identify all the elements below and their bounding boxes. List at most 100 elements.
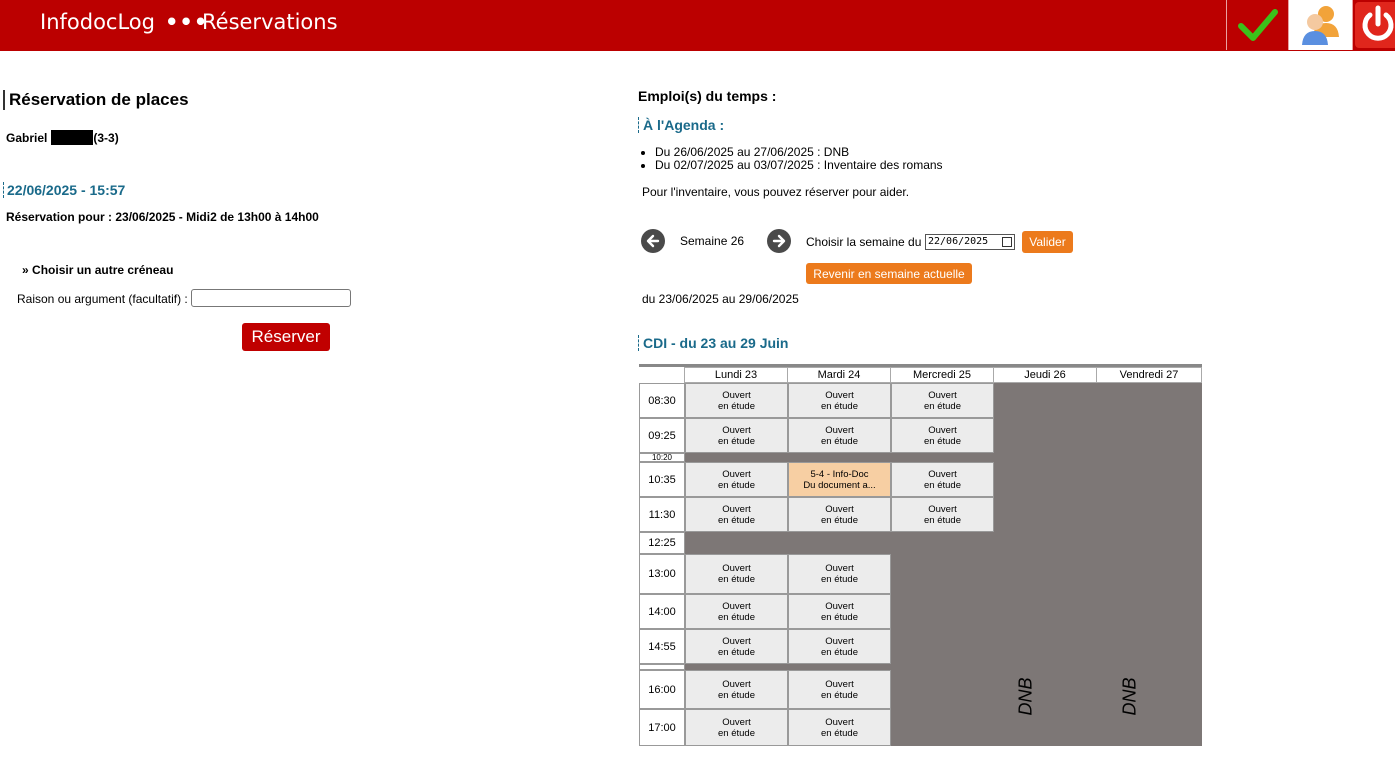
double-chevron-right-icon: » <box>22 263 29 277</box>
slot-open[interactable]: Ouvert en étude <box>685 554 788 594</box>
dnb-label-friday: DNB <box>1119 677 1140 716</box>
slot-line: en étude <box>718 479 755 491</box>
week-date-value: 22/06/2025 <box>928 236 989 247</box>
time-label: 14:55 <box>639 629 685 664</box>
slot-line: en étude <box>924 435 961 447</box>
slot-open[interactable]: Ouvert en étude <box>788 629 891 664</box>
slot-line: en étude <box>718 689 755 701</box>
slot-open[interactable]: Ouvert en étude <box>788 554 891 594</box>
current-week-button[interactable]: Revenir en semaine actuelle <box>806 263 972 284</box>
slot-open[interactable]: Ouvert en étude <box>891 383 994 418</box>
slot-open[interactable]: Ouvert en étude <box>788 670 891 709</box>
reason-input[interactable] <box>191 289 351 307</box>
validate-week-button[interactable]: Valider <box>1022 231 1073 253</box>
slot-line: Ouvert <box>722 503 751 515</box>
time-label: 17:00 <box>639 709 685 746</box>
user-first-name: Gabriel <box>6 131 48 145</box>
slot-line: Ouvert <box>825 389 854 401</box>
power-icon <box>1355 2 1395 48</box>
slot-line: Ouvert <box>722 468 751 480</box>
check-icon <box>1238 9 1278 41</box>
slot-line: 5-4 - Info-Doc <box>810 468 869 480</box>
slot-line: Ouvert <box>825 635 854 647</box>
slot-line: Ouvert <box>825 678 854 690</box>
week-label: Semaine 26 <box>680 234 745 248</box>
timetables-heading: Emploi(s) du temps : <box>638 88 777 104</box>
agenda-heading: À l'Agenda : <box>638 117 724 133</box>
slot-open[interactable]: Ouvert en étude <box>788 418 891 453</box>
calendar-icon[interactable] <box>1002 237 1012 247</box>
dnb-label-thursday: DNB <box>1015 677 1036 716</box>
slot-line: Ouvert <box>928 468 957 480</box>
slot-line: en étude <box>821 435 858 447</box>
slot-line: en étude <box>718 646 755 658</box>
slot-line: en étude <box>924 479 961 491</box>
break-band <box>685 453 994 462</box>
arrow-left-icon <box>646 234 660 248</box>
previous-week-button[interactable] <box>641 229 665 253</box>
time-label: 10:20 <box>639 453 685 462</box>
slot-line: Ouvert <box>722 716 751 728</box>
time-label: 11:30 <box>639 497 685 532</box>
slot-open[interactable]: Ouvert en étude <box>685 497 788 532</box>
reserve-button[interactable]: Réserver <box>242 323 330 351</box>
users-toolbar-button[interactable] <box>1288 0 1352 50</box>
slot-line: en étude <box>821 611 858 623</box>
arrow-right-icon <box>772 234 786 248</box>
choose-other-slot-label: Choisir un autre créneau <box>32 263 174 277</box>
logout-button[interactable] <box>1352 0 1395 50</box>
slot-open[interactable]: Ouvert en étude <box>685 709 788 746</box>
users-icon <box>1301 6 1339 45</box>
slot-line: Ouvert <box>825 563 854 574</box>
slot-open[interactable]: Ouvert en étude <box>685 418 788 453</box>
slot-booked[interactable]: 5-4 - Info-Doc Du document a... <box>788 462 891 497</box>
next-week-button[interactable] <box>767 229 791 253</box>
slot-open[interactable]: Ouvert en étude <box>788 497 891 532</box>
slot-line: en étude <box>924 514 961 526</box>
slot-open[interactable]: Ouvert en étude <box>685 462 788 497</box>
slot-open[interactable]: Ouvert en étude <box>685 629 788 664</box>
thursday-closed-column <box>994 383 1097 746</box>
slot-line: Ouvert <box>722 424 751 436</box>
top-bar: InfodocLog ••• Réservations <box>0 0 1395 51</box>
slot-line: en étude <box>821 727 858 739</box>
friday-closed-column <box>1097 383 1202 746</box>
slot-open[interactable]: Ouvert en étude <box>685 594 788 629</box>
validate-toolbar-button[interactable] <box>1226 0 1289 50</box>
agenda-list: Du 26/06/2025 au 27/06/2025 : DNB Du 02/… <box>642 146 943 172</box>
cdi-timetable-title: CDI - du 23 au 29 Juin <box>638 335 788 351</box>
day-header-jeudi: Jeudi 26 <box>993 367 1097 383</box>
choose-week-label: Choisir la semaine du <box>806 235 922 249</box>
slot-line: Ouvert <box>722 600 751 612</box>
slot-line: Ouvert <box>722 389 751 401</box>
slot-line: Ouvert <box>722 678 751 690</box>
week-date-input[interactable]: 22/06/2025 <box>925 234 1015 250</box>
reason-label: Raison ou argument (facultatif) : <box>17 292 188 306</box>
slot-open[interactable]: Ouvert en étude <box>788 709 891 746</box>
reservation-for: Réservation pour : 23/06/2025 - Midi2 de… <box>6 210 319 224</box>
cdi-timetable: Lundi 23 Mardi 24 Mercredi 25 Jeudi 26 V… <box>639 364 1202 746</box>
agenda-item: Du 02/07/2025 au 03/07/2025 : Inventaire… <box>655 159 943 172</box>
choose-other-slot-link[interactable]: » Choisir un autre créneau <box>22 263 173 277</box>
slot-line: en étude <box>924 400 961 412</box>
slot-open[interactable]: Ouvert en étude <box>891 497 994 532</box>
slot-open[interactable]: Ouvert en étude <box>891 462 994 497</box>
redacted-surname <box>51 130 94 145</box>
slot-open[interactable]: Ouvert en étude <box>685 383 788 418</box>
slot-line: en étude <box>821 400 858 412</box>
slot-line: en étude <box>821 514 858 526</box>
time-label: 16:00 <box>639 670 685 709</box>
day-header-mercredi: Mercredi 25 <box>890 367 994 383</box>
slot-open[interactable]: Ouvert en étude <box>891 418 994 453</box>
agenda-note: Pour l'inventaire, vous pouvez réserver … <box>642 185 910 199</box>
slot-line: Ouvert <box>928 424 957 436</box>
user-class: (3-3) <box>93 131 119 145</box>
slot-line: en étude <box>718 611 755 623</box>
app-title[interactable]: InfodocLog <box>40 10 155 34</box>
day-header-mardi: Mardi 24 <box>787 367 891 383</box>
slot-open[interactable]: Ouvert en étude <box>788 383 891 418</box>
slot-open[interactable]: Ouvert en étude <box>788 594 891 629</box>
lunch-closed-band <box>685 532 994 554</box>
slot-open[interactable]: Ouvert en étude <box>685 670 788 709</box>
slot-line: Ouvert <box>825 600 854 612</box>
